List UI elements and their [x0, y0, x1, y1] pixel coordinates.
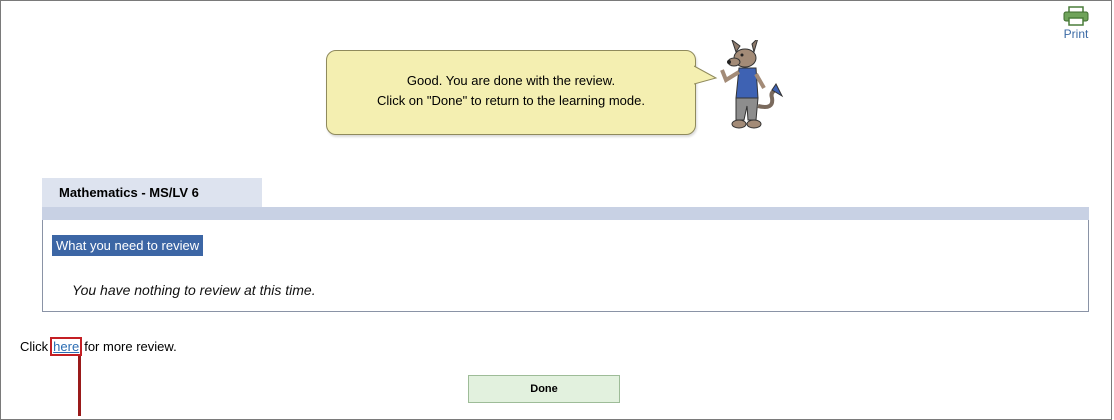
callout-line: [78, 356, 81, 416]
print-button[interactable]: Print: [1056, 6, 1096, 46]
bubble-line-1: Good. You are done with the review.: [406, 73, 616, 88]
more-review-text: Click here for more review.: [20, 337, 177, 356]
here-link[interactable]: here: [50, 337, 83, 356]
bubble-line-2: Click on "Done" to return to the learnin…: [377, 93, 645, 108]
review-message: You have nothing to review at this time.: [72, 282, 316, 298]
done-button[interactable]: Done: [468, 375, 620, 403]
tab-mathematics[interactable]: Mathematics - MS/LV 6: [42, 178, 262, 208]
print-label: Print: [1063, 27, 1089, 41]
review-heading: What you need to review: [52, 235, 204, 256]
review-panel: What you need to review You have nothing…: [42, 220, 1089, 312]
more-review-suffix: for more review.: [84, 339, 177, 354]
speech-bubble: Good. You are done with the review. Clic…: [326, 50, 696, 135]
printer-icon: [1063, 6, 1089, 26]
tab-strip: [42, 207, 1089, 220]
mascot-character-icon: [720, 40, 784, 129]
more-review-prefix: Click: [20, 339, 49, 354]
